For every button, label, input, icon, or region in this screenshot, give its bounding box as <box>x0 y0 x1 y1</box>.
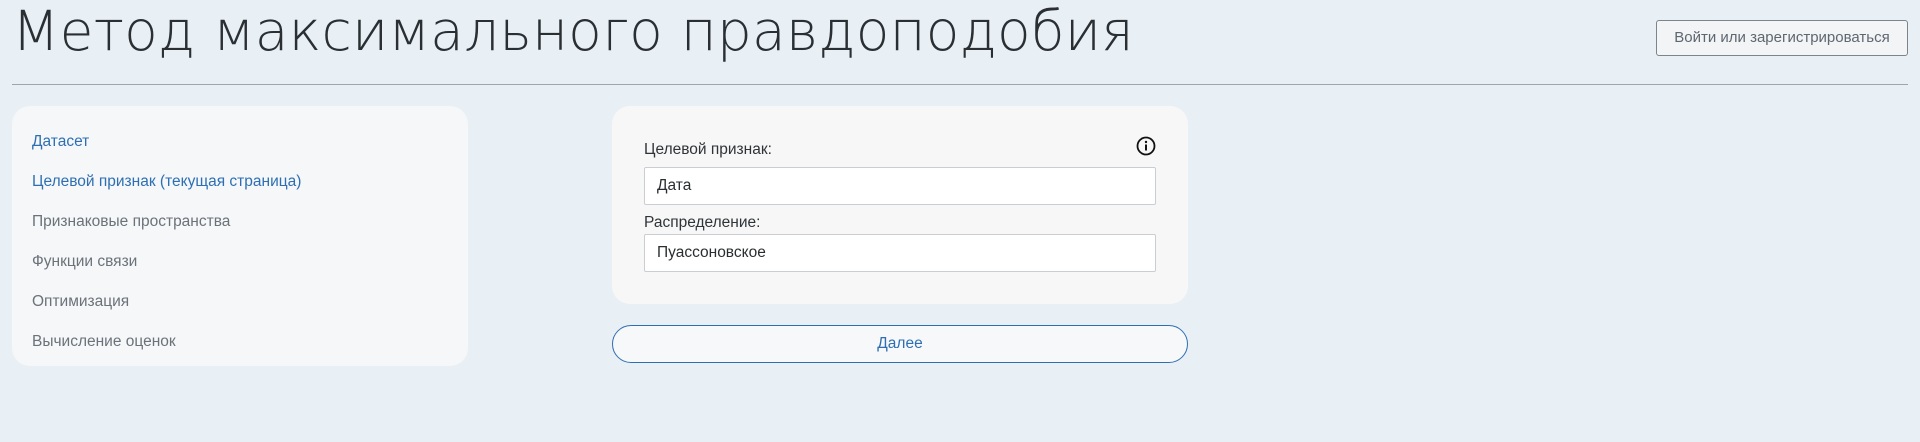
sidebar-item-target[interactable]: Целевой признак (текущая страница) <box>12 166 468 206</box>
next-button[interactable]: Далее <box>612 325 1188 363</box>
login-button[interactable]: Войти или зарегистрироваться <box>1656 20 1908 56</box>
sidebar-item-dataset[interactable]: Датасет <box>12 126 468 166</box>
header-divider <box>12 84 1908 85</box>
sidebar-item-feature-spaces[interactable]: Признаковые пространства <box>12 206 468 246</box>
distribution-label: Распределение: <box>644 214 761 231</box>
sidebar-item-link-functions[interactable]: Функции связи <box>12 246 468 286</box>
sidebar: Датасет Целевой признак (текущая страниц… <box>12 106 468 366</box>
page-title: Метод максимального правдоподобия <box>12 0 1134 63</box>
sidebar-item-optimization[interactable]: Оптимизация <box>12 286 468 326</box>
form-card: Целевой признак: Дата Распределение: Пуа… <box>612 106 1188 304</box>
info-icon[interactable] <box>1136 136 1156 156</box>
target-label: Целевой признак: <box>644 141 772 158</box>
sidebar-item-estimates[interactable]: Вычисление оценок <box>12 326 468 366</box>
target-field[interactable]: Дата <box>644 167 1156 205</box>
distribution-field[interactable]: Пуассоновское <box>644 234 1156 272</box>
page: Метод максимального правдоподобия Войти … <box>0 0 1920 442</box>
